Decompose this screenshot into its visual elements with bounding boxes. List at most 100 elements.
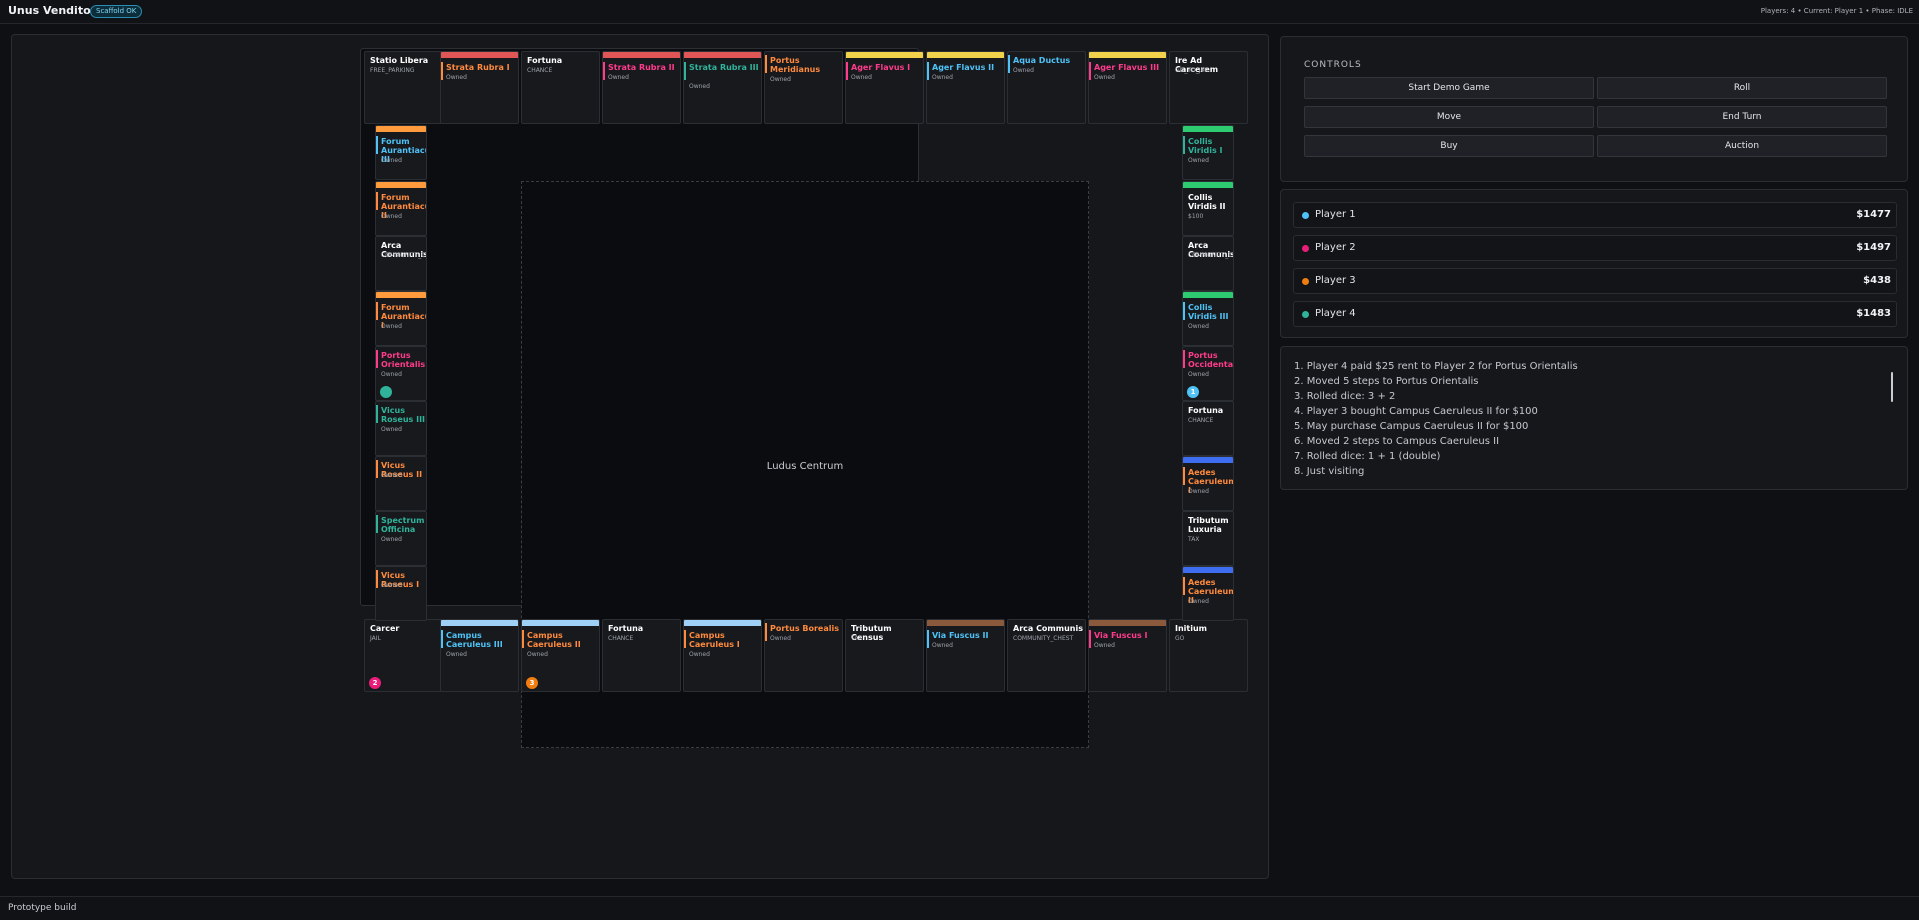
tile-subtitle: Owned (851, 74, 872, 81)
move-button[interactable]: Move (1304, 106, 1594, 128)
tile-carcer[interactable]: Carcer JAIL 2 (364, 619, 443, 692)
owner-accent (1183, 577, 1185, 595)
tile-campus-caeruleus-i[interactable]: Campus Caeruleus I Owned (683, 619, 762, 692)
event-log-panel[interactable]: 1. Player 4 paid $25 rent to Player 2 fo… (1280, 346, 1908, 490)
tile-subtitle: COMMUNITY_CHEST (1013, 635, 1074, 642)
owner-accent (1183, 136, 1185, 154)
tile-via-fuscus-i[interactable]: Via Fuscus I Owned (1088, 619, 1167, 692)
tile-ager-flavus-ii[interactable]: Ager Flavus II Owned (926, 51, 1005, 124)
player-row: Player 4 $1483 (1293, 301, 1897, 327)
tile-subtitle: Owned (381, 472, 402, 479)
start-demo-game-button[interactable]: Start Demo Game (1304, 77, 1594, 99)
tile-portus-orientalis[interactable]: Portus Orientalis Owned (375, 346, 427, 401)
player-money: $1497 (1856, 242, 1891, 253)
tile-portus-meridianus[interactable]: Portus Meridianus Owned (764, 51, 843, 124)
log-item: 7. Rolled dice: 1 + 1 (double) (1294, 451, 1441, 462)
log-scrollbar[interactable] (1891, 372, 1893, 402)
status-badge: Scaffold OK (90, 5, 143, 18)
roll-button[interactable]: Roll (1597, 77, 1887, 99)
tile-name: Fortuna (527, 56, 563, 65)
player-row: Player 2 $1497 (1293, 235, 1897, 261)
tile-subtitle: Owned (1188, 598, 1209, 605)
color-group-bar (1089, 620, 1166, 626)
tile-subtitle: Owned (1094, 642, 1115, 649)
tile-tributum-luxuria[interactable]: Tributum Luxuria TAX (1182, 511, 1234, 566)
tile-subtitle: Owned (608, 74, 629, 81)
tile-portus-occidentalis[interactable]: Portus Occidentalis Owned 1 (1182, 346, 1234, 401)
color-group-bar (1183, 292, 1233, 298)
log-item: 3. Rolled dice: 3 + 2 (1294, 391, 1396, 402)
tile-forum-aurantiacus-iii[interactable]: Forum Aurantiacus IIIOwned (375, 125, 427, 180)
tile-forum-aurantiacus-i[interactable]: Forum Aurantiacus IOwned (375, 291, 427, 346)
color-group-bar (441, 52, 518, 58)
tile-spectrum-officina[interactable]: Spectrum Officina Owned (375, 511, 427, 566)
tile-aedes-caeruleum-i[interactable]: Aedes Caeruleum I Owned (1182, 456, 1234, 511)
player-color-dot (1302, 212, 1309, 219)
tile-name: Campus Caeruleus III (446, 631, 503, 649)
buy-button[interactable]: Buy (1304, 135, 1594, 157)
color-group-bar (441, 620, 518, 626)
tile-initium[interactable]: Initium GO (1169, 619, 1248, 692)
tile-subtitle: GO (1175, 635, 1185, 642)
tile-subtitle: GO_TO_JAIL (1175, 67, 1210, 74)
player-color-dot (1302, 311, 1309, 318)
tile-subtitle: Owned (932, 642, 953, 649)
tile-forum-aurantiacus-ii[interactable]: Forum Aurantiacus IIOwned (375, 181, 427, 236)
tile-ire-ad-carcerem[interactable]: Ire Ad Carcerem GO_TO_JAIL (1169, 51, 1248, 124)
tile-name: Ager Flavus I (851, 63, 911, 72)
player-token: 3 (526, 677, 538, 689)
controls-panel: CONTROLS Start Demo Game Roll Move End T… (1280, 36, 1908, 182)
tile-collis-viridis-i[interactable]: Collis Viridis I Owned (1182, 125, 1234, 180)
footer-text: Prototype build (8, 903, 77, 913)
tile-aedes-caeruleum-ii[interactable]: Aedes Caeruleum II Owned (1182, 566, 1234, 621)
tile-vicus-roseus-iii[interactable]: Vicus Roseus III Owned (375, 401, 427, 456)
tile-fortuna[interactable]: Fortuna CHANCE (1182, 401, 1234, 456)
tile-subtitle: Owned (770, 635, 791, 642)
tile-arca-communis[interactable]: Arca CommunisCOMMUNITY_CHEST (1182, 236, 1234, 291)
tile-subtitle: $100 (1188, 213, 1204, 220)
player-money: $438 (1863, 275, 1891, 286)
tile-vicus-roseus-ii[interactable]: Vicus Roseus II Owned (375, 456, 427, 511)
tile-name: Fortuna (1188, 406, 1224, 415)
tile-name: Ager Flavus II (932, 63, 995, 72)
tile-name: Collis Viridis II (1188, 193, 1226, 211)
owner-accent (441, 630, 443, 648)
tile-subtitle: Owned (1094, 74, 1115, 81)
tile-fortuna[interactable]: Fortuna CHANCE (602, 619, 681, 692)
player-name: Player 2 (1315, 242, 1356, 253)
log-item: 1. Player 4 paid $25 rent to Player 2 fo… (1294, 361, 1578, 372)
tile-strata-rubra-ii[interactable]: Strata Rubra II Owned (602, 51, 681, 124)
tile-tributum-census[interactable]: Tributum Census TAX (845, 619, 924, 692)
tile-subtitle: Owned (381, 371, 402, 378)
owner-accent (846, 62, 848, 80)
color-group-bar (376, 126, 426, 132)
tile-vicus-roseus-i[interactable]: Vicus Roseus I Owned (375, 566, 427, 621)
tile-subtitle: COMMUNITY_CHEST (1188, 252, 1233, 259)
tile-ager-flavus-i[interactable]: Ager Flavus I Owned (845, 51, 924, 124)
owner-accent (1183, 302, 1185, 320)
owner-accent (927, 62, 929, 80)
tile-collis-viridis-iii[interactable]: Collis Viridis III Owned (1182, 291, 1234, 346)
tile-aqua-ductus[interactable]: Aqua Ductus Owned (1007, 51, 1086, 124)
tile-subtitle: Owned (527, 651, 548, 658)
tile-strata-rubra-iii[interactable]: Strata Rubra III Owned (683, 51, 762, 124)
tile-portus-borealis[interactable]: Portus Borealis Owned (764, 619, 843, 692)
tile-arca-communis[interactable]: Arca Communis COMMUNITY_CHEST (1007, 619, 1086, 692)
tile-name: Arca Communis (1013, 624, 1083, 633)
player-money: $1477 (1856, 209, 1891, 220)
tile-statio-libera[interactable]: Statio Libera FREE_PARKING (364, 51, 443, 124)
tile-via-fuscus-ii[interactable]: Via Fuscus II Owned (926, 619, 1005, 692)
auction-button[interactable]: Auction (1597, 135, 1887, 157)
end-turn-button[interactable]: End Turn (1597, 106, 1887, 128)
tile-arca-communis[interactable]: Arca CommunisCOMMUNITY_CHEST (375, 236, 427, 291)
tile-strata-rubra-i[interactable]: Strata Rubra I Owned (440, 51, 519, 124)
tile-campus-caeruleus-iii[interactable]: Campus Caeruleus III Owned (440, 619, 519, 692)
tile-ager-flavus-iii[interactable]: Ager Flavus III Owned (1088, 51, 1167, 124)
player-name: Player 1 (1315, 209, 1356, 220)
color-group-bar (846, 52, 923, 58)
tile-fortuna[interactable]: Fortuna CHANCE (521, 51, 600, 124)
tile-name: Strata Rubra I (446, 63, 510, 72)
tile-collis-viridis-ii[interactable]: Collis Viridis II $100 (1182, 181, 1234, 236)
tile-campus-caeruleus-ii[interactable]: Campus Caeruleus II Owned 3 (521, 619, 600, 692)
tile-name: Collis Viridis I (1188, 137, 1223, 155)
